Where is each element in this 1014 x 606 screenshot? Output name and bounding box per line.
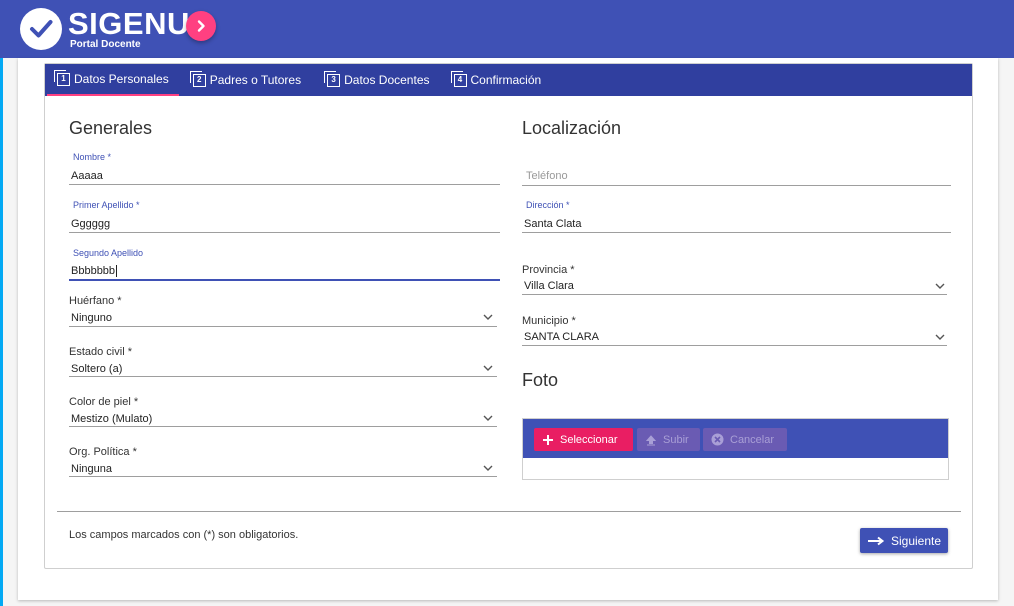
huerfano-label: Huérfano * (69, 295, 122, 307)
chevron-down-icon (935, 283, 945, 289)
select-file-label: Seleccionar (560, 433, 618, 446)
huerfano-select[interactable]: Huérfano * Ninguno (69, 295, 497, 329)
foto-title: Foto (522, 370, 559, 390)
org-politica-value: Ninguna (71, 463, 112, 475)
chevron-down-icon (483, 365, 493, 371)
chevron-down-icon (483, 465, 493, 471)
app-header: SIGENU Portal Docente (0, 0, 1014, 58)
next-label: Siguiente (890, 533, 942, 548)
direccion-field[interactable]: Dirección * Santa Clata (522, 200, 951, 234)
upload-toolbar: Seleccionar Subir Cancelar (523, 419, 948, 458)
check-icon (20, 8, 62, 50)
file-upload: Seleccionar Subir Cancelar (522, 418, 949, 480)
tab-datos-docentes[interactable]: 3 Datos Docentes (317, 64, 439, 96)
org-politica-label: Org. Política * (69, 446, 137, 458)
plus-icon (543, 434, 553, 445)
chevron-down-icon (483, 415, 493, 421)
localizacion-title: Localización (522, 118, 622, 138)
cancel-circle-icon (711, 433, 724, 446)
chevron-right-icon (197, 20, 205, 32)
stepper-tabs: 1 Datos Personales 2 Padres o Tutores 3 … (45, 64, 972, 96)
primer-apellido-label: Primer Apellido * (73, 200, 140, 210)
app-subtitle: Portal Docente (70, 39, 141, 50)
telefono-input[interactable]: Teléfono (526, 170, 568, 182)
tab-label: Datos Personales (74, 72, 169, 86)
step-1-icon: 1 (54, 69, 70, 86)
estado-civil-select[interactable]: Estado civil * Soltero (a) (69, 346, 497, 380)
provincia-select[interactable]: Provincia * Villa Clara (522, 264, 947, 298)
select-file-button[interactable]: Seleccionar (534, 428, 633, 451)
primer-apellido-input[interactable]: Gggggg (71, 218, 110, 230)
estado-civil-label: Estado civil * (69, 346, 132, 358)
app-logo[interactable]: SIGENU Portal Docente (20, 8, 190, 50)
nombre-field[interactable]: Nombre * Aaaaa (69, 152, 500, 186)
segundo-apellido-input[interactable]: Bbbbbbb (71, 265, 115, 277)
text-caret (116, 265, 118, 278)
step-3-icon: 3 (324, 70, 341, 87)
color-piel-value: Mestizo (Mulato) (71, 413, 153, 425)
huerfano-value: Ninguno (71, 312, 112, 324)
municipio-value: SANTA CLARA (524, 331, 599, 343)
telefono-field[interactable]: Teléfono (522, 168, 951, 188)
municipio-label: Municipio * (522, 315, 576, 327)
upload-button[interactable]: Subir (637, 428, 700, 451)
chevron-down-icon (935, 334, 945, 340)
tab-label: Datos Docentes (344, 73, 430, 87)
segundo-apellido-label: Segundo Apellido (73, 248, 144, 258)
direccion-label: Dirección * (526, 200, 570, 210)
app-title: SIGENU (68, 6, 190, 41)
provincia-label: Provincia * (522, 264, 575, 276)
generales-title: Generales (69, 118, 153, 138)
next-button[interactable]: Siguiente (860, 528, 948, 553)
tab-label: Padres o Tutores (209, 73, 302, 87)
tab-label: Confirmación (470, 73, 542, 87)
estado-civil-value: Soltero (a) (71, 363, 123, 375)
provincia-value: Villa Clara (524, 280, 574, 292)
left-edge-accent (0, 58, 3, 606)
segundo-apellido-field[interactable]: Segundo Apellido Bbbbbbb (69, 248, 500, 282)
tab-confirmacion[interactable]: 4 Confirmación (444, 64, 552, 96)
direccion-input[interactable]: Santa Clata (524, 218, 581, 230)
nombre-input[interactable]: Aaaaa (71, 170, 103, 182)
upload-icon (645, 434, 657, 445)
footer-divider (57, 511, 961, 512)
color-piel-label: Color de piel * (69, 396, 139, 408)
step-4-icon: 4 (450, 70, 467, 87)
primer-apellido-field[interactable]: Primer Apellido * Gggggg (69, 200, 500, 234)
cancel-upload-button[interactable]: Cancelar (703, 428, 787, 451)
color-piel-select[interactable]: Color de piel * Mestizo (Mulato) (69, 396, 497, 430)
nombre-label: Nombre * (73, 152, 112, 162)
cancel-upload-label: Cancelar (730, 433, 775, 446)
upload-label: Subir (663, 433, 689, 446)
chevron-down-icon (483, 314, 493, 320)
arrow-right-icon (867, 536, 885, 545)
chevron-right-button[interactable] (186, 11, 216, 41)
required-fields-note: Los campos marcados con (*) son obligato… (69, 529, 299, 541)
step-2-icon: 2 (189, 70, 206, 87)
form-card: 1 Datos Personales 2 Padres o Tutores 3 … (44, 63, 973, 569)
org-politica-select[interactable]: Org. Política * Ninguna (69, 446, 497, 480)
municipio-select[interactable]: Municipio * SANTA CLARA (522, 315, 947, 349)
tab-padres-tutores[interactable]: 2 Padres o Tutores (183, 64, 311, 96)
tab-datos-personales[interactable]: 1 Datos Personales (47, 64, 179, 96)
